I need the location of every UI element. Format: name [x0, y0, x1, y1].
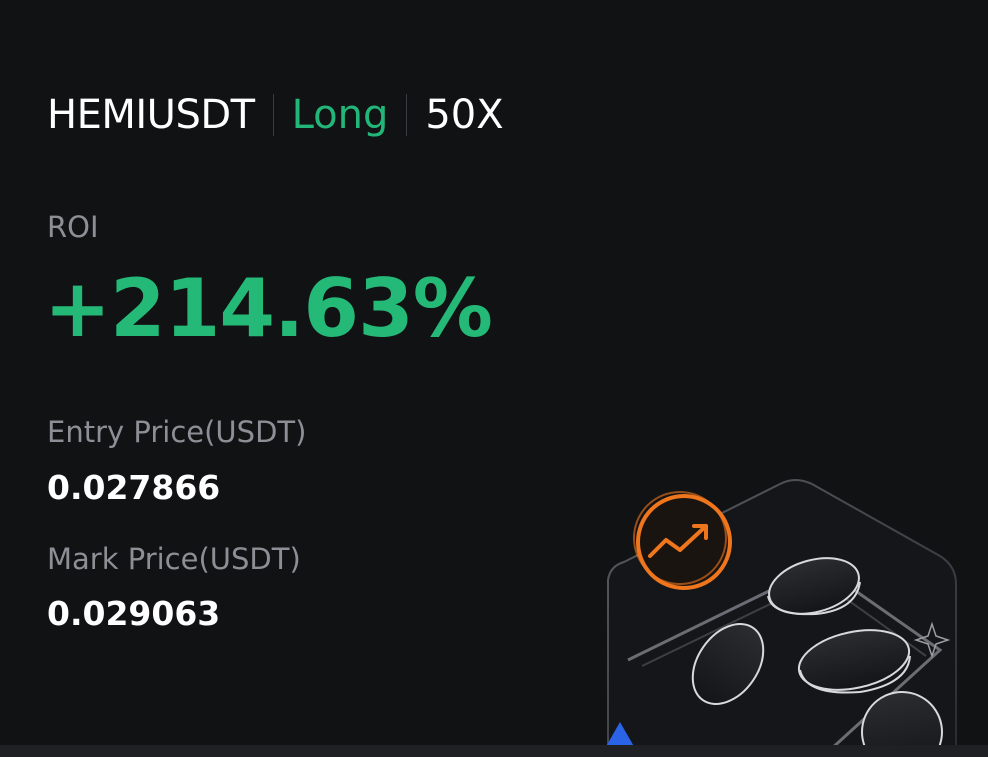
header-divider — [272, 94, 274, 136]
mark-price-value: 0.029063 — [47, 594, 221, 633]
entry-price-value: 0.027866 — [47, 468, 221, 507]
header-divider — [406, 94, 408, 136]
side-label: Long — [291, 92, 389, 138]
position-header: HEMIUSDT Long 50X — [47, 88, 504, 142]
bottom-bar — [0, 745, 988, 757]
leverage-label: 50X — [425, 92, 504, 138]
trend-up-icon — [633, 491, 732, 590]
coins-box-illustration — [604, 479, 957, 750]
mark-price-label: Mark Price(USDT) — [47, 542, 301, 576]
symbol-label: HEMIUSDT — [47, 92, 255, 138]
roi-value: +214.63% — [44, 262, 493, 355]
roi-label: ROI — [47, 210, 99, 244]
entry-price-label: Entry Price(USDT) — [47, 415, 307, 449]
